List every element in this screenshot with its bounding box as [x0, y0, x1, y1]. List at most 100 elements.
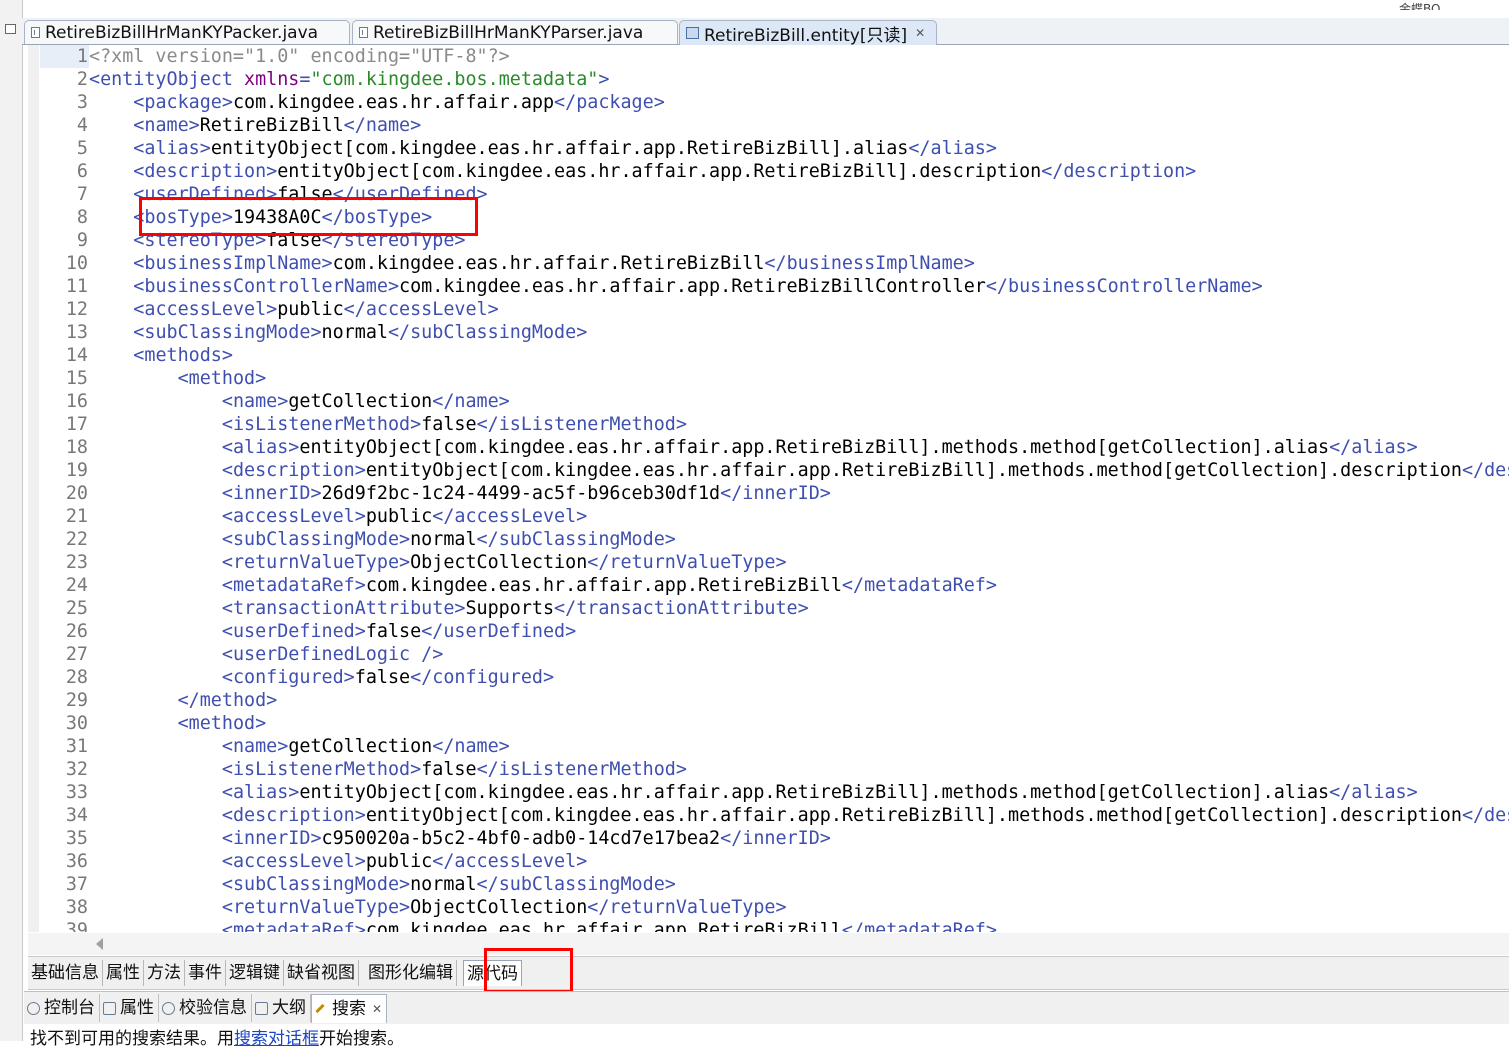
code-text: <accessLevel>public</accessLevel> [89, 505, 587, 528]
line-number: 12 [65, 299, 88, 320]
code-line[interactable]: 1<?xml version="1.0" encoding="UTF-8"?> [40, 45, 1509, 68]
tab-retirebizbill-entity[interactable]: RetireBizBill.entity[只读] ✕ [679, 20, 937, 46]
code-line[interactable]: 12 <accessLevel>public</accessLevel> [40, 298, 1509, 321]
tab-properties[interactable]: 属性 [103, 960, 144, 986]
tab-basic-info[interactable]: 基础信息 [28, 960, 103, 986]
code-line[interactable]: 32 <isListenerMethod>false</isListenerMe… [40, 758, 1509, 781]
code-text: <isListenerMethod>false</isListenerMetho… [89, 413, 687, 436]
line-number: 29 [65, 690, 88, 711]
code-line[interactable]: 21 <accessLevel>public</accessLevel> [40, 505, 1509, 528]
code-line[interactable]: 23 <returnValueType>ObjectCollection</re… [40, 551, 1509, 574]
java-file-icon [31, 27, 40, 38]
code-line[interactable]: 16 <name>getCollection</name> [40, 390, 1509, 413]
code-line[interactable]: 2<entityObject xmlns="com.kingdee.bos.me… [40, 68, 1509, 91]
code-line[interactable]: 22 <subClassingMode>normal</subClassingM… [40, 528, 1509, 551]
code-token: entityObject[com.kingdee.eas.hr.affair.a… [277, 161, 1042, 182]
close-icon[interactable]: ✕ [915, 26, 925, 40]
code-line[interactable]: 34 <description>entityObject[com.kingdee… [40, 804, 1509, 827]
code-text: <metadataRef>com.kingdee.eas.hr.affair.a… [89, 919, 997, 932]
code-line[interactable]: 39 <metadataRef>com.kingdee.eas.hr.affai… [40, 919, 1509, 932]
outline-icon [255, 1001, 268, 1015]
code-line[interactable]: 19 <description>entityObject[com.kingdee… [40, 459, 1509, 482]
close-icon[interactable]: ✕ [372, 995, 382, 1023]
code-token: false [421, 414, 477, 435]
minimize-icon[interactable] [5, 24, 16, 34]
code-line[interactable]: 5 <alias>entityObject[com.kingdee.eas.hr… [40, 137, 1509, 160]
code-token: = [299, 69, 311, 90]
tab-console[interactable]: 控制台 [24, 994, 100, 1022]
code-line[interactable]: 4 <name>RetireBizBill</name> [40, 114, 1509, 137]
code-text: <?xml version="1.0" encoding="UTF-8"?> [89, 45, 510, 68]
line-number: 23 [65, 552, 88, 573]
code-line[interactable]: 25 <transactionAttribute>Supports</trans… [40, 597, 1509, 620]
horizontal-scrollbar[interactable] [28, 933, 1509, 955]
code-line[interactable]: 13 <subClassingMode>normal</subClassingM… [40, 321, 1509, 344]
editor-page-tabs: 基础信息 属性 方法 事件 逻辑键 缺省视图 图形化编辑 源代码 [28, 956, 1509, 990]
code-line[interactable]: 6 <description>entityObject[com.kingdee.… [40, 160, 1509, 183]
code-token: <returnValueType> [221, 897, 411, 918]
tab-properties-view[interactable]: 属性 [100, 994, 159, 1022]
tab-label: RetireBizBillHrManKYPacker.java [45, 22, 319, 43]
code-text: </method> [89, 689, 278, 712]
code-token: <isListenerMethod> [221, 759, 422, 780]
code-line[interactable]: 15 <method> [40, 367, 1509, 390]
line-number: 24 [65, 575, 88, 596]
code-line[interactable]: 20 <innerID>26d9f2bc-1c24-4499-ac5f-b96c… [40, 482, 1509, 505]
code-token: "com.kingdee.bos.metadata" [310, 69, 599, 90]
code-line[interactable]: 26 <userDefined>false</userDefined> [40, 620, 1509, 643]
code-line[interactable]: 17 <isListenerMethod>false</isListenerMe… [40, 413, 1509, 436]
code-text: <subClassingMode>normal</subClassingMode… [89, 528, 676, 551]
code-token: <innerID> [221, 828, 322, 849]
code-token: <description> [133, 161, 278, 182]
code-line[interactable]: 31 <name>getCollection</name> [40, 735, 1509, 758]
code-line[interactable]: 24 <metadataRef>com.kingdee.eas.hr.affai… [40, 574, 1509, 597]
code-token: <accessLevel> [221, 851, 366, 872]
tab-graphic-edit[interactable]: 图形化编辑 [365, 960, 457, 986]
code-line[interactable]: 10 <businessImplName>com.kingdee.eas.hr.… [40, 252, 1509, 275]
code-token: xmlns [244, 69, 300, 90]
code-line[interactable]: 35 <innerID>c950020a-b5c2-4bf0-adb0-14cd… [40, 827, 1509, 850]
line-number: 5 [76, 138, 88, 159]
code-line[interactable]: 38 <returnValueType>ObjectCollection</re… [40, 896, 1509, 919]
code-line[interactable]: 18 <alias>entityObject[com.kingdee.eas.h… [40, 436, 1509, 459]
code-token: </accessLevel> [432, 851, 588, 872]
status-prefix: 找不到可用的搜索结果。用 [30, 1029, 234, 1049]
tab-parser-java[interactable]: RetireBizBillHrManKYParser.java [352, 20, 678, 44]
code-line[interactable]: 27 <userDefinedLogic /> [40, 643, 1509, 666]
code-line[interactable]: 3 <package>com.kingdee.eas.hr.affair.app… [40, 91, 1509, 114]
search-dialog-link[interactable]: 搜索对话框 [234, 1029, 319, 1049]
code-text: <returnValueType>ObjectCollection</retur… [89, 896, 787, 919]
code-text: <innerID>c950020a-b5c2-4bf0-adb0-14cd7e1… [89, 827, 831, 850]
code-line[interactable]: 14 <methods> [40, 344, 1509, 367]
scroll-left-icon[interactable] [96, 938, 103, 950]
code-token: </innerID> [720, 483, 831, 504]
tab-validation[interactable]: 校验信息 [159, 994, 252, 1022]
view-label: 控制台 [44, 998, 95, 1018]
code-line[interactable]: 33 <alias>entityObject[com.kingdee.eas.h… [40, 781, 1509, 804]
code-area[interactable]: 1<?xml version="1.0" encoding="UTF-8"?> 2… [40, 45, 1509, 932]
tab-events[interactable]: 事件 [185, 960, 226, 986]
code-token: <isListenerMethod> [221, 414, 422, 435]
code-line[interactable]: 11 <businessControllerName>com.kingdee.e… [40, 275, 1509, 298]
code-line[interactable]: 29 </method> [40, 689, 1509, 712]
line-number: 32 [65, 759, 88, 780]
tab-default-view[interactable]: 缺省视图 [284, 960, 359, 986]
code-token: entityObject[com.kingdee.eas.hr.affair.a… [365, 805, 1462, 826]
tab-logic-key[interactable]: 逻辑键 [226, 960, 284, 986]
tab-search[interactable]: 搜索 ✕ [311, 993, 388, 1023]
tab-label: RetireBizBill.entity[只读] [704, 25, 908, 46]
code-token: Supports [465, 598, 555, 619]
code-text: <returnValueType>ObjectCollection</retur… [89, 551, 787, 574]
tab-packer-java[interactable]: RetireBizBillHrManKYPacker.java [24, 20, 350, 44]
code-text: <methods> [89, 344, 233, 367]
tab-methods[interactable]: 方法 [144, 960, 185, 986]
search-icon [315, 1002, 328, 1015]
source-editor[interactable]: 1<?xml version="1.0" encoding="UTF-8"?> 2… [28, 45, 1509, 932]
code-text: <configured>false</configured> [89, 666, 554, 689]
code-line[interactable]: 30 <method> [40, 712, 1509, 735]
tab-outline[interactable]: 大纲 [252, 994, 311, 1022]
code-line[interactable]: 37 <subClassingMode>normal</subClassingM… [40, 873, 1509, 896]
code-line[interactable]: 36 <accessLevel>public</accessLevel> [40, 850, 1509, 873]
code-line[interactable]: 28 <configured>false</configured> [40, 666, 1509, 689]
code-text: <transactionAttribute>Supports</transact… [89, 597, 809, 620]
